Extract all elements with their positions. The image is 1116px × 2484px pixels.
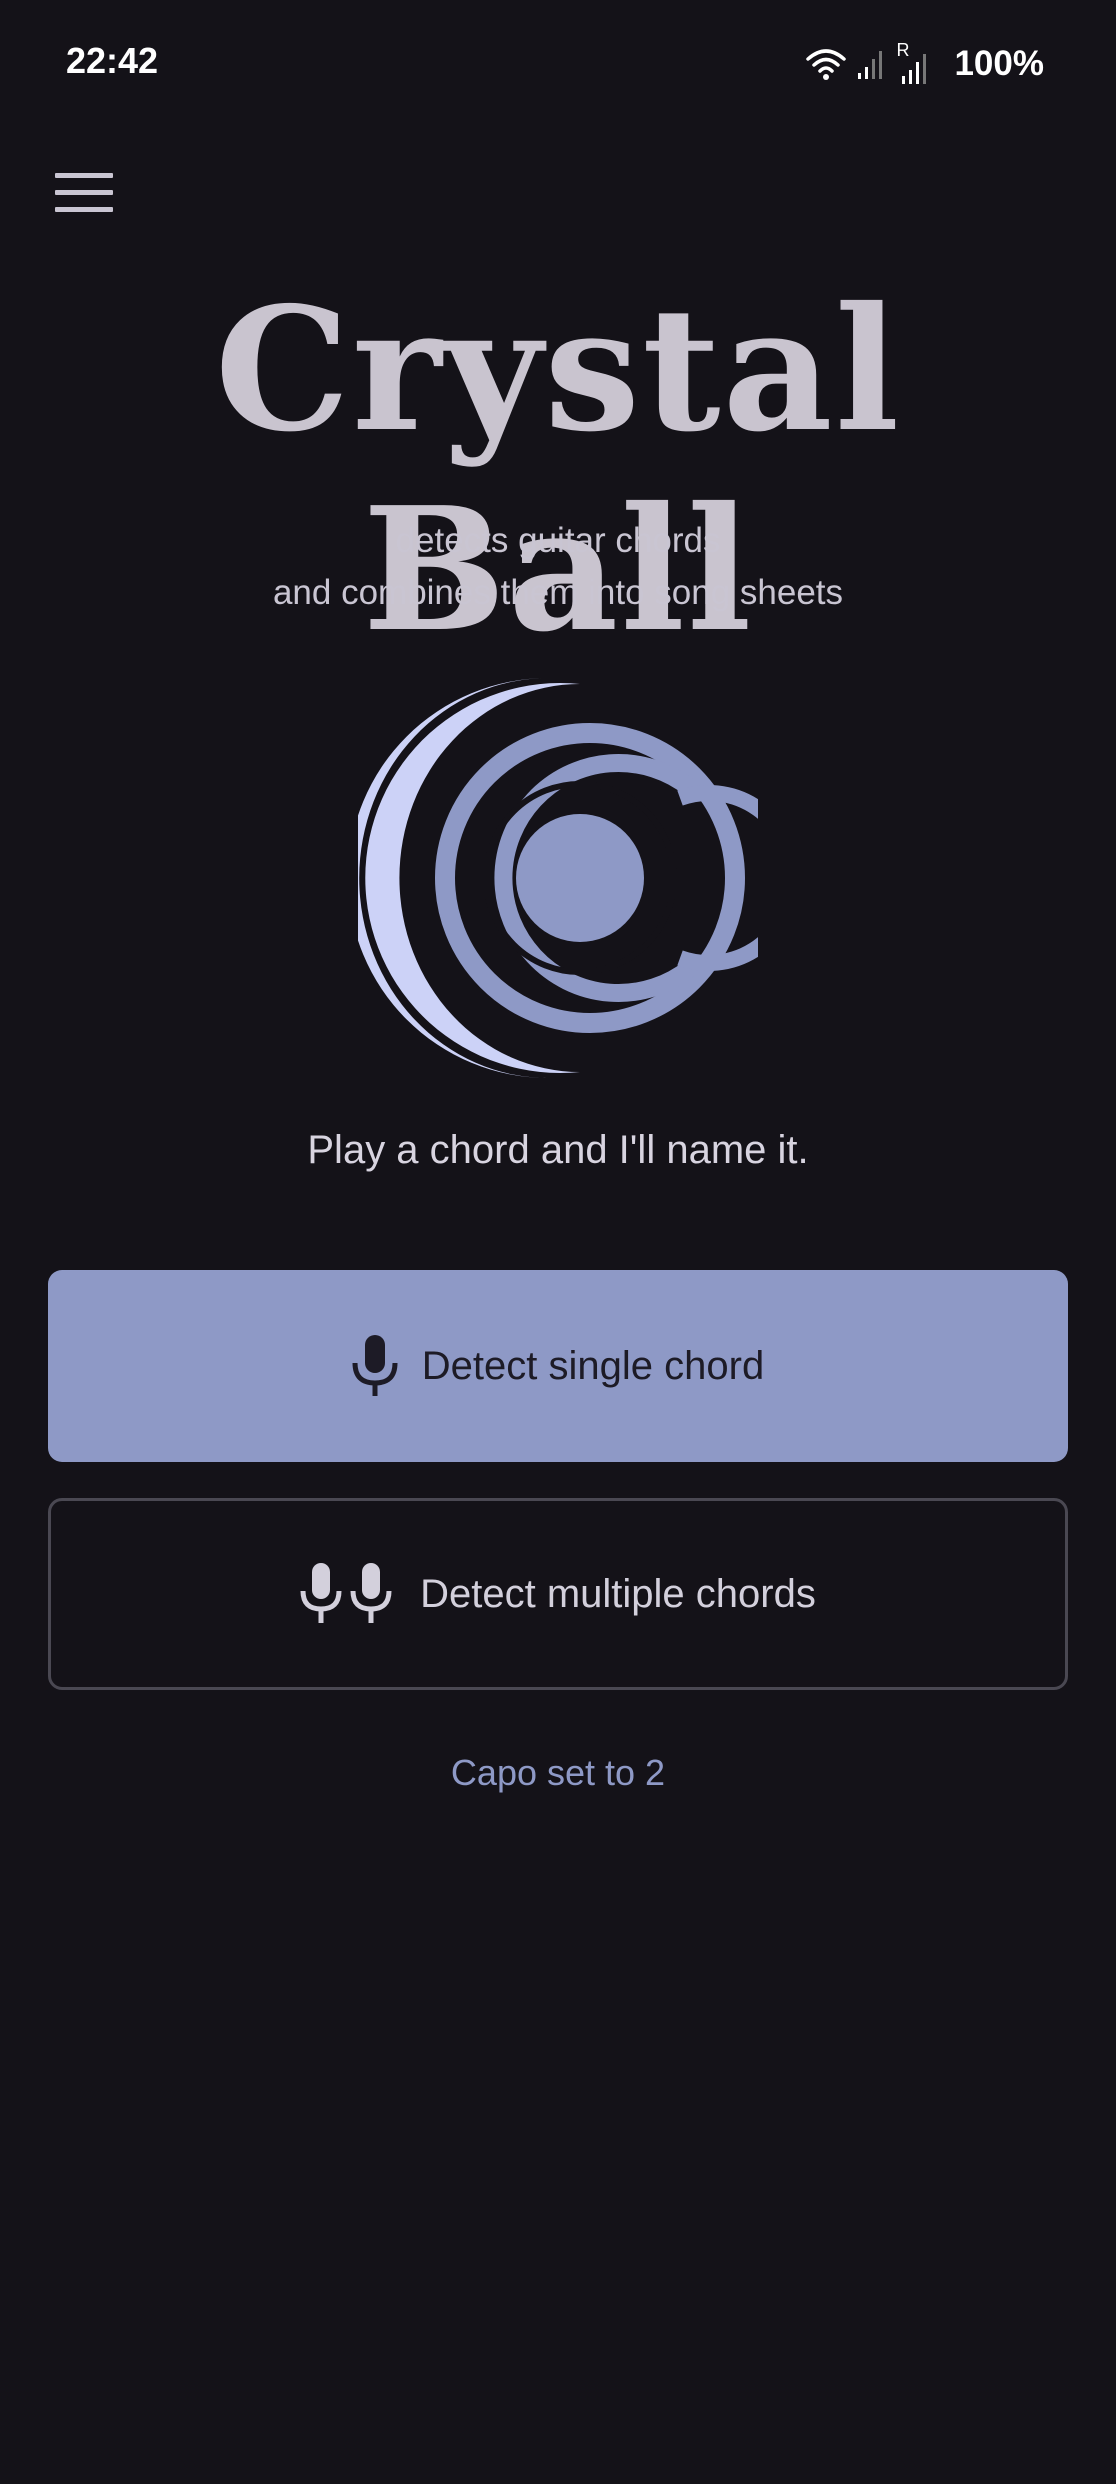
- wifi-icon: [806, 49, 847, 80]
- detect-prompt: Play a chord and I'll name it.: [307, 1128, 809, 1172]
- app-subtitle: detects guitar chords and combines them …: [0, 515, 1116, 619]
- status-bar: 22:42 R 100%: [0, 0, 1116, 130]
- microphone-icon: [352, 1335, 398, 1396]
- detect-single-chord-button[interactable]: Detect single chord: [48, 1270, 1068, 1462]
- detect-single-chord-label: Detect single chord: [421, 1343, 765, 1388]
- signal-icon: [858, 51, 883, 79]
- roaming-signal-icon: R: [896, 40, 930, 84]
- status-icons: R 100%: [806, 40, 1044, 88]
- battery-level: 100%: [954, 44, 1044, 83]
- menu-button[interactable]: [46, 160, 122, 226]
- detect-multiple-chords-button[interactable]: Detect multiple chords: [48, 1498, 1068, 1690]
- subtitle-line-1: detects guitar chords: [395, 521, 721, 560]
- crystal-ball-logo: [358, 678, 758, 1078]
- hamburger-menu-icon: [55, 173, 113, 212]
- double-microphone-icon: [300, 1563, 392, 1623]
- status-time: 22:42: [66, 40, 159, 81]
- subtitle-line-2: and combines them into song sheets: [272, 573, 844, 612]
- detect-multiple-chords-label: Detect multiple chords: [420, 1571, 816, 1616]
- capo-setting-link[interactable]: Capo set to 2: [0, 1752, 1116, 1794]
